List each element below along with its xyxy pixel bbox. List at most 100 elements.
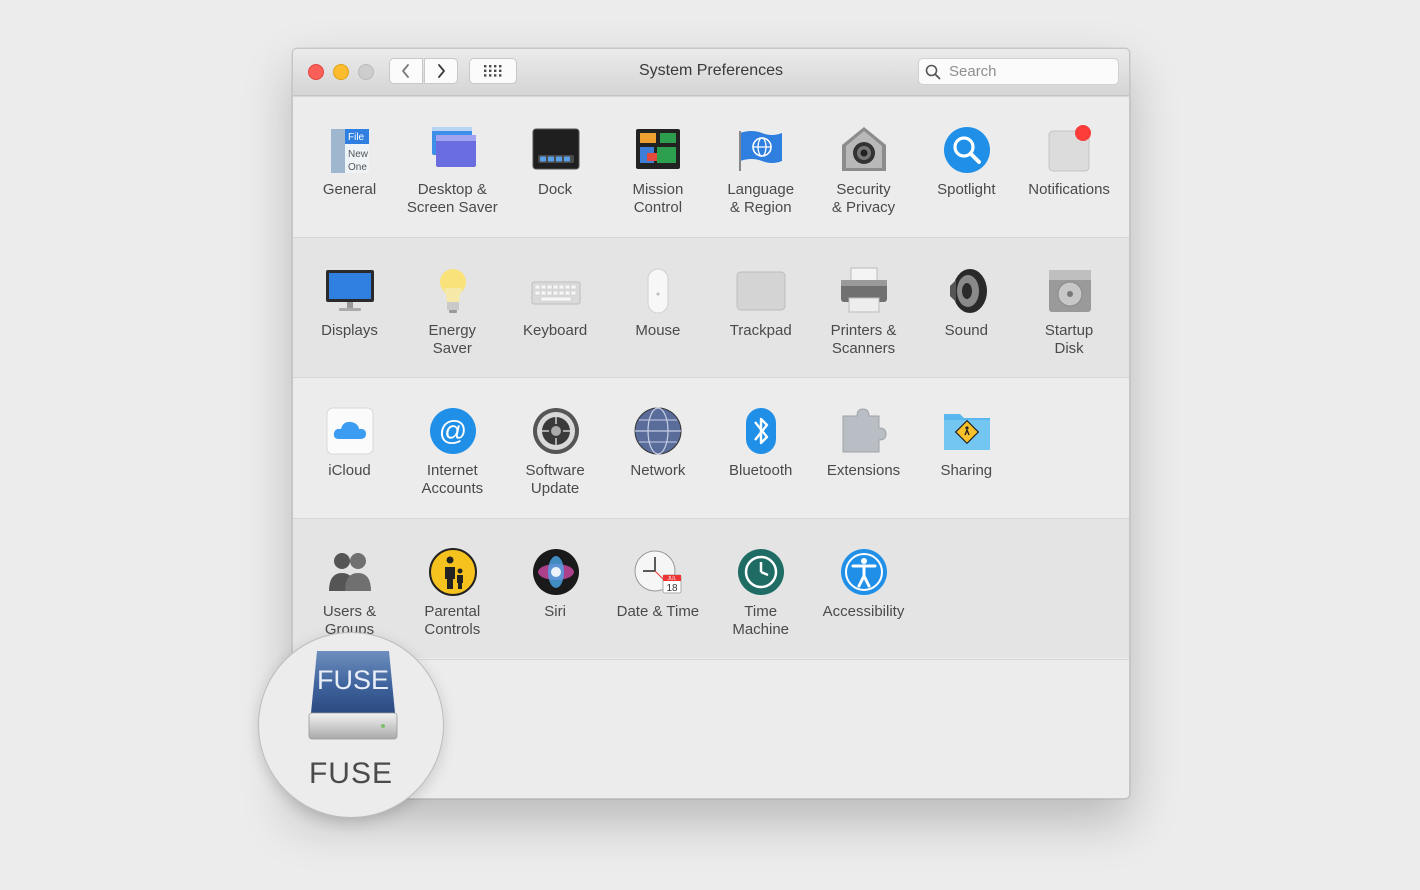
pref-pane-label: Trackpad xyxy=(729,322,792,339)
dock-icon xyxy=(531,125,581,175)
pref-pane-label: Bluetooth xyxy=(728,462,793,479)
desktop-screen-saver-icon xyxy=(428,125,478,175)
pref-pane-label: Notifications xyxy=(1028,181,1110,198)
displays-icon xyxy=(325,266,375,316)
mouse-icon xyxy=(633,266,683,316)
pref-pane-label: Dock xyxy=(538,181,573,198)
pref-pane-network[interactable]: Network xyxy=(606,378,709,518)
pref-pane-desktop-screen-saver[interactable]: Desktop & Screen Saver xyxy=(401,97,504,237)
siri-icon xyxy=(531,547,581,597)
pref-pane-label: Displays xyxy=(321,322,378,339)
fuse-pane-magnified[interactable]: FUSE FUSE xyxy=(258,632,444,818)
pref-pane-label: Date & Time xyxy=(616,603,700,620)
search-field[interactable] xyxy=(918,58,1119,85)
svg-text:One: One xyxy=(348,162,367,173)
pref-pane-security-privacy[interactable]: Security & Privacy xyxy=(812,97,915,237)
pref-pane-label: Siri xyxy=(544,603,566,620)
pref-pane-label: Sound xyxy=(944,322,988,339)
svg-text:File: File xyxy=(348,132,365,143)
network-icon xyxy=(633,406,683,456)
fuse-label: FUSE xyxy=(308,757,393,790)
search-icon xyxy=(919,58,947,85)
pref-pane-label: Startup Disk xyxy=(1044,322,1094,357)
svg-text:18: 18 xyxy=(667,583,679,594)
notifications-icon xyxy=(1045,125,1095,175)
preferences-row-1: File New One General Desktop & Screen Saver D… xyxy=(293,96,1129,236)
preferences-row-2: Displays Energy Saver Keyboard Mouse Trackpa… xyxy=(293,237,1129,377)
pref-pane-dock[interactable]: Dock xyxy=(504,97,607,237)
startup-disk-icon xyxy=(1045,266,1095,316)
pref-pane-sound[interactable]: Sound xyxy=(915,238,1018,378)
pref-pane-label: Security & Privacy xyxy=(831,181,896,216)
general-icon: File New One xyxy=(325,125,375,175)
pref-pane-extensions[interactable]: Extensions xyxy=(812,378,915,518)
security-privacy-icon xyxy=(839,125,889,175)
pref-pane-parental-controls[interactable]: Parental Controls xyxy=(401,519,504,659)
title-bar: System Preferences xyxy=(293,49,1129,96)
pref-pane-label: Spotlight xyxy=(937,181,996,198)
pref-pane-bluetooth[interactable]: Bluetooth xyxy=(709,378,812,518)
pref-pane-siri[interactable]: Siri xyxy=(504,519,607,659)
pref-pane-label: Energy Saver xyxy=(428,322,477,357)
internet-accounts-icon: @ xyxy=(428,406,478,456)
pref-pane-displays[interactable]: Displays xyxy=(298,238,401,378)
pref-pane-printers-scanners[interactable]: Printers & Scanners xyxy=(812,238,915,378)
mission-control-icon xyxy=(633,125,683,175)
sound-icon xyxy=(942,266,992,316)
pref-pane-notifications[interactable]: Notifications xyxy=(1018,97,1121,237)
pref-pane-time-machine[interactable]: Time Machine xyxy=(709,519,812,659)
trackpad-icon xyxy=(736,266,786,316)
pref-pane-spotlight[interactable]: Spotlight xyxy=(915,97,1018,237)
pref-pane-label: Mission Control xyxy=(632,181,684,216)
fuse-icon-text: FUSE xyxy=(317,665,389,695)
keyboard-icon xyxy=(531,266,581,316)
pref-pane-label: iCloud xyxy=(328,462,371,479)
pref-pane-label: General xyxy=(322,181,377,198)
pref-pane-label: Printers & Scanners xyxy=(830,322,897,357)
preferences-row-3: iCloud @ Internet Accounts Software Update N… xyxy=(293,377,1129,517)
pref-pane-software-update[interactable]: Software Update xyxy=(504,378,607,518)
pref-pane-mission-control[interactable]: Mission Control xyxy=(606,97,709,237)
printers-scanners-icon xyxy=(839,266,889,316)
pref-pane-label: Software Update xyxy=(525,462,585,497)
pref-pane-internet-accounts[interactable]: @ Internet Accounts xyxy=(401,378,504,518)
svg-text:@: @ xyxy=(439,415,467,446)
pref-pane-label: Extensions xyxy=(826,462,901,479)
date-time-icon: JUL 18 xyxy=(633,547,683,597)
pref-pane-label: Time Machine xyxy=(732,603,790,638)
pref-pane-sharing[interactable]: Sharing xyxy=(915,378,1018,518)
bluetooth-icon xyxy=(736,406,786,456)
fuse-icon: FUSE xyxy=(303,647,403,743)
accessibility-icon xyxy=(839,547,889,597)
sharing-icon xyxy=(942,406,992,456)
pref-pane-startup-disk[interactable]: Startup Disk xyxy=(1018,238,1121,378)
pref-pane-mouse[interactable]: Mouse xyxy=(606,238,709,378)
pref-pane-trackpad[interactable]: Trackpad xyxy=(709,238,812,378)
preferences-row-4: Users & Groups Parental Controls Siri JUL 18… xyxy=(293,518,1129,658)
parental-controls-icon xyxy=(428,547,478,597)
svg-text:New: New xyxy=(348,149,369,160)
language-region-icon xyxy=(736,125,786,175)
pref-pane-date-time[interactable]: JUL 18 Date & Time xyxy=(606,519,709,659)
pref-pane-label: Keyboard xyxy=(522,322,588,339)
software-update-icon xyxy=(531,406,581,456)
pref-pane-label: Sharing xyxy=(940,462,993,479)
pref-pane-accessibility[interactable]: Accessibility xyxy=(812,519,915,659)
time-machine-icon xyxy=(736,547,786,597)
pref-pane-keyboard[interactable]: Keyboard xyxy=(504,238,607,378)
pref-pane-label: Language & Region xyxy=(727,181,795,216)
pref-pane-label: Desktop & Screen Saver xyxy=(406,181,498,216)
pref-pane-label: Internet Accounts xyxy=(421,462,484,497)
svg-text:JUL: JUL xyxy=(668,576,677,582)
pref-pane-label: Parental Controls xyxy=(424,603,481,638)
pref-pane-energy-saver[interactable]: Energy Saver xyxy=(401,238,504,378)
pref-pane-label: Network xyxy=(630,462,686,479)
pref-pane-language-region[interactable]: Language & Region xyxy=(709,97,812,237)
energy-saver-icon xyxy=(428,266,478,316)
icloud-icon xyxy=(325,406,375,456)
pref-pane-general[interactable]: File New One General xyxy=(298,97,401,237)
pref-pane-icloud[interactable]: iCloud xyxy=(298,378,401,518)
users-groups-icon xyxy=(325,547,375,597)
spotlight-icon xyxy=(942,125,992,175)
search-input[interactable] xyxy=(947,62,1111,81)
